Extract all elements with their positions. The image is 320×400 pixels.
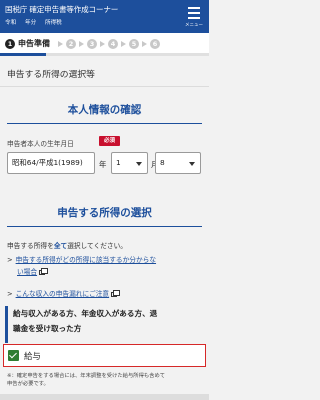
step-4: 4: [108, 39, 118, 49]
intro-suffix: 選択してください。: [67, 242, 127, 250]
tax-type-label: 所得税: [44, 20, 62, 26]
group-heading-line1: 給与収入がある方、年金収入がある方、退: [13, 309, 158, 318]
arrow-right-icon: [142, 41, 147, 47]
step-indicator: 1 申告準備 2 3 4 5 6: [0, 33, 209, 56]
which-income-link-cont[interactable]: い場合: [17, 266, 49, 276]
heading-underline: [7, 226, 202, 228]
salary-pension-group: 給与収入がある方、年金収入がある方、退 職金を受け取った方: [5, 306, 205, 343]
menu-label: メニュー: [185, 23, 203, 28]
personal-info-heading: 本人情報の確認: [67, 104, 142, 116]
external-window-icon: [111, 289, 121, 297]
page-title: 申告する所得の選択等: [7, 70, 95, 80]
step-6: 6: [150, 39, 160, 49]
which-income-link-line2: い場合: [17, 268, 38, 276]
birth-month-select[interactable]: 1: [111, 152, 148, 174]
chevron-down-icon: [136, 162, 142, 166]
app-header: 国税庁 確定申告書等作成コーナー 令和 年分 所得税 メニュー: [0, 0, 209, 33]
arrow-right-icon: [121, 41, 126, 47]
step-1-label: 申告準備: [18, 39, 50, 48]
step-2: 2: [66, 39, 76, 49]
menu-button[interactable]: メニュー: [181, 2, 207, 31]
step-1: 1: [5, 39, 15, 49]
required-badge: 必須: [99, 136, 120, 146]
checkbox-checked-icon[interactable]: [8, 350, 19, 361]
chevron-right-icon: >: [7, 256, 13, 264]
hamburger-icon-bar: [188, 12, 200, 14]
birth-day-value: 8: [160, 158, 165, 167]
divider: [0, 86, 209, 87]
birth-era-year-select[interactable]: 昭和64/平成1(1989): [7, 152, 95, 174]
omission-warning-link-text: こんな収入の申告漏れにご注意: [15, 290, 110, 298]
hamburger-icon-bar: [188, 17, 200, 19]
step-3: 3: [87, 39, 97, 49]
omission-warning-link[interactable]: > こんな収入の申告漏れにご注意: [7, 288, 121, 298]
hamburger-icon: [188, 7, 200, 9]
app-title: 国税庁 確定申告書等作成コーナー: [5, 5, 119, 14]
salary-note: ※：確定申告をする場合には、年末調整を受けた給与所得も含めて 申告が必要です。: [7, 372, 165, 388]
salary-option[interactable]: 給与: [3, 344, 206, 367]
external-window-icon: [39, 267, 49, 275]
arrow-right-icon: [100, 41, 105, 47]
next-section-strip: [0, 394, 209, 400]
intro-prefix: 申告する所得を: [7, 242, 54, 250]
heading-underline: [7, 123, 202, 125]
birth-era-year-value: 昭和64/平成1(1989): [12, 158, 83, 167]
group-heading-line2: 職金を受け取った方: [13, 324, 82, 333]
header-subtitle: 令和 年分 所得税: [5, 18, 69, 26]
chevron-right-icon: >: [7, 290, 13, 298]
birth-month-value: 1: [116, 158, 121, 167]
note-line1: ※：確定申告をする場合には、年末調整を受けた給与所得も含めて: [7, 373, 166, 379]
intro-emphasis: 全て: [53, 242, 68, 250]
income-select-heading: 申告する所得の選択: [57, 207, 152, 219]
year-label: 年分: [24, 20, 37, 26]
step-5: 5: [129, 39, 139, 49]
which-income-link-line1: 申告する所得がどの所得に該当するか分からな: [15, 256, 157, 264]
era-label: 令和: [5, 20, 17, 26]
arrow-right-icon: [58, 41, 63, 47]
year-unit: 年: [99, 160, 107, 169]
income-intro-text: 申告する所得を全て選択してください。: [7, 240, 127, 250]
arrow-right-icon: [79, 41, 84, 47]
birthdate-label: 申告者本人の生年月日: [7, 140, 74, 148]
which-income-link[interactable]: > 申告する所得がどの所得に該当するか分からな: [7, 254, 156, 264]
step-progress-bar: [0, 53, 209, 56]
salary-option-label: 給与: [24, 351, 41, 361]
note-line2: 申告が必要です。: [7, 381, 49, 387]
birth-day-select[interactable]: 8: [155, 152, 201, 174]
chevron-down-icon: [189, 162, 195, 166]
